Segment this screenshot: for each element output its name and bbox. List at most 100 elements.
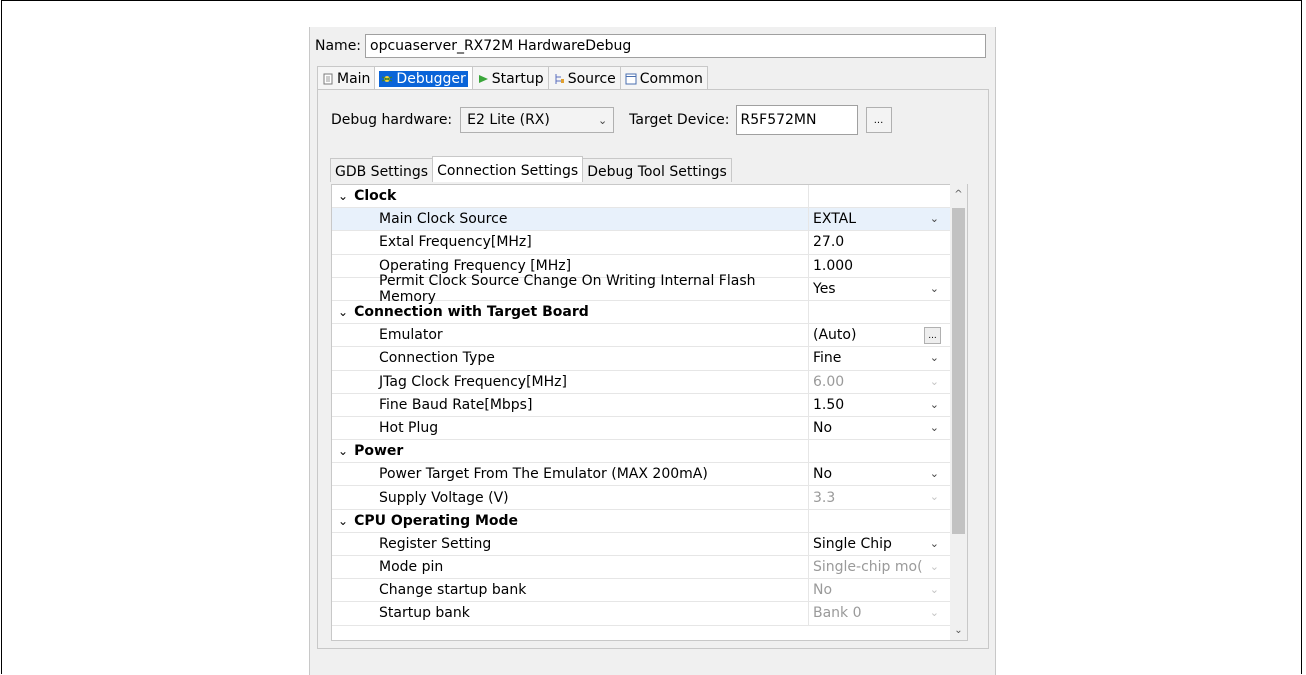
tab-debugger-label: Debugger [396, 70, 466, 87]
debug-hardware-label: Debug hardware: [331, 112, 453, 128]
tab-gdb-settings[interactable]: GDB Settings [330, 158, 434, 182]
dropdown-icon[interactable]: ⌄ [930, 212, 939, 225]
tab-debugger[interactable]: Debugger [374, 66, 473, 90]
target-device-browse-button[interactable]: ... [865, 107, 892, 133]
group-power[interactable]: ⌄ Power [332, 440, 967, 464]
chevron-down-icon: ⌄ [597, 113, 608, 127]
group-label: Clock [354, 188, 397, 205]
tab-common-label: Common [639, 70, 703, 87]
tab-source[interactable]: Source [547, 66, 621, 90]
chevron-down-icon: ⌄ [338, 305, 349, 320]
dropdown-icon[interactable]: ⌄ [930, 421, 939, 434]
settings-tabs: GDB Settings Connection Settings Debug T… [330, 156, 732, 183]
tab-main[interactable]: Main [317, 66, 376, 90]
setting-key: Hot Plug [332, 416, 809, 440]
setting-value: Single-chip mo( [813, 559, 923, 576]
setting-value: No [813, 419, 833, 436]
setting-row[interactable]: Extal Frequency[MHz] 27.0 [332, 231, 967, 255]
chevron-down-icon: ⌄ [338, 513, 349, 528]
setting-key: Emulator [332, 324, 809, 347]
tab-main-label: Main [337, 70, 371, 87]
setting-row: Supply Voltage (V) 3.3 ⌄ [332, 486, 967, 510]
connection-settings-grid: ⌄ Clock Main Clock Source EXTAL ⌄ Extal Fr… [331, 184, 968, 641]
setting-key: Extal Frequency[MHz] [332, 231, 809, 254]
dropdown-icon: ⌄ [929, 490, 939, 504]
target-device-field[interactable]: R5F572MN [735, 105, 858, 135]
setting-row[interactable]: Register Setting Single Chip ⌄ [332, 532, 967, 556]
tab-debug-tool-settings[interactable]: Debug Tool Settings [582, 158, 732, 182]
dropdown-icon: ⌄ [929, 560, 939, 573]
dropdown-icon[interactable]: ⌄ [930, 467, 939, 480]
debug-hardware-value: E2 Lite (RX) [467, 112, 550, 128]
tab-common[interactable]: Common [619, 66, 708, 90]
document-icon [323, 73, 333, 84]
hardware-row: Debug hardware: E2 Lite (RX) ⌄ Target De… [331, 105, 892, 135]
setting-key: Connection Type [332, 347, 809, 370]
dropdown-icon[interactable]: ⌄ [930, 282, 939, 295]
scroll-down-icon[interactable]: ⌄ [950, 622, 967, 638]
group-connection[interactable]: ⌄ Connection with Target Board [332, 300, 967, 325]
config-tabs: Main Debugger Startup Source Common [317, 66, 708, 90]
setting-row[interactable]: Main Clock Source EXTAL ⌄ [332, 208, 967, 232]
debug-hardware-select[interactable]: E2 Lite (RX) ⌄ [460, 107, 615, 133]
dropdown-icon[interactable]: ⌄ [930, 351, 939, 364]
setting-value: (Auto) [813, 327, 857, 344]
setting-row: Mode pin Single-chip mo( ⌄ [332, 556, 967, 580]
group-label: Power [354, 443, 404, 460]
name-row: Name: opcuaserver_RX72M HardwareDebug [315, 33, 987, 59]
setting-row[interactable]: Fine Baud Rate[Mbps] 1.50 ⌄ [332, 393, 967, 417]
setting-key: Supply Voltage (V) [332, 486, 809, 509]
setting-key: JTag Clock Frequency[MHz] [332, 370, 809, 393]
setting-row[interactable]: Hot Plug No ⌄ [332, 416, 967, 441]
setting-value: Fine [813, 350, 842, 367]
setting-key: Startup bank [332, 602, 809, 625]
setting-value: No [813, 466, 833, 483]
setting-key: Register Setting [332, 532, 809, 555]
target-device-label: Target Device: [629, 112, 730, 128]
setting-key: Main Clock Source [332, 208, 809, 231]
setting-key: Fine Baud Rate[Mbps] [332, 393, 809, 416]
setting-row: Change startup bank No ⌄ [332, 579, 967, 603]
chevron-down-icon: ⌄ [338, 444, 349, 459]
setting-key: Mode pin [332, 556, 809, 579]
setting-row[interactable]: Permit Clock Source Change On Writing In… [332, 273, 967, 305]
play-icon [478, 74, 488, 83]
group-cpu-operating-mode[interactable]: ⌄ CPU Operating Mode [332, 509, 967, 533]
scroll-up-icon[interactable]: ^ [950, 186, 967, 202]
setting-value: 6.00 [813, 373, 845, 390]
dropdown-icon[interactable]: ⌄ [930, 537, 939, 550]
setting-value: 1.000 [813, 257, 854, 274]
setting-row: JTag Clock Frequency[MHz] 6.00 ⌄ [332, 370, 967, 394]
setting-value: No [813, 582, 833, 599]
dropdown-icon: ⌄ [929, 374, 939, 388]
name-label: Name: [315, 38, 362, 54]
window-icon [625, 73, 637, 84]
setting-row[interactable]: Emulator (Auto)... [332, 324, 967, 348]
source-icon [555, 73, 564, 84]
dropdown-icon: ⌄ [929, 583, 939, 597]
dropdown-icon[interactable]: ⌄ [930, 398, 939, 411]
setting-value: 3.3 [813, 489, 836, 506]
setting-value: Single Chip [813, 535, 892, 552]
vertical-scrollbar[interactable]: ^ ⌄ [950, 184, 967, 640]
setting-value: Bank 0 [813, 605, 862, 622]
tab-startup[interactable]: Startup [471, 66, 549, 90]
scrollbar-thumb[interactable] [952, 208, 965, 534]
setting-value: 1.50 [813, 396, 845, 413]
chevron-down-icon: ⌄ [338, 189, 349, 204]
setting-row[interactable]: Power Target From The Emulator (MAX 200m… [332, 463, 967, 487]
tab-connection-settings[interactable]: Connection Settings [432, 156, 584, 182]
setting-row[interactable]: Connection Type Fine ⌄ [332, 347, 967, 371]
group-clock[interactable]: ⌄ Clock [332, 185, 967, 209]
bug-icon [382, 75, 393, 82]
setting-value: 27.0 [813, 234, 845, 251]
setting-key: Power Target From The Emulator (MAX 200m… [332, 463, 809, 486]
setting-value: EXTAL [813, 211, 857, 228]
emulator-browse-button[interactable]: ... [924, 327, 941, 345]
setting-row: Startup bank Bank 0 ⌄ [332, 602, 967, 626]
setting-key: Permit Clock Source Change On Writing In… [332, 273, 809, 305]
setting-value: Yes [813, 280, 836, 297]
tab-source-label: Source [567, 70, 616, 87]
setting-key: Change startup bank [332, 579, 809, 602]
name-field[interactable]: opcuaserver_RX72M HardwareDebug [365, 34, 987, 58]
